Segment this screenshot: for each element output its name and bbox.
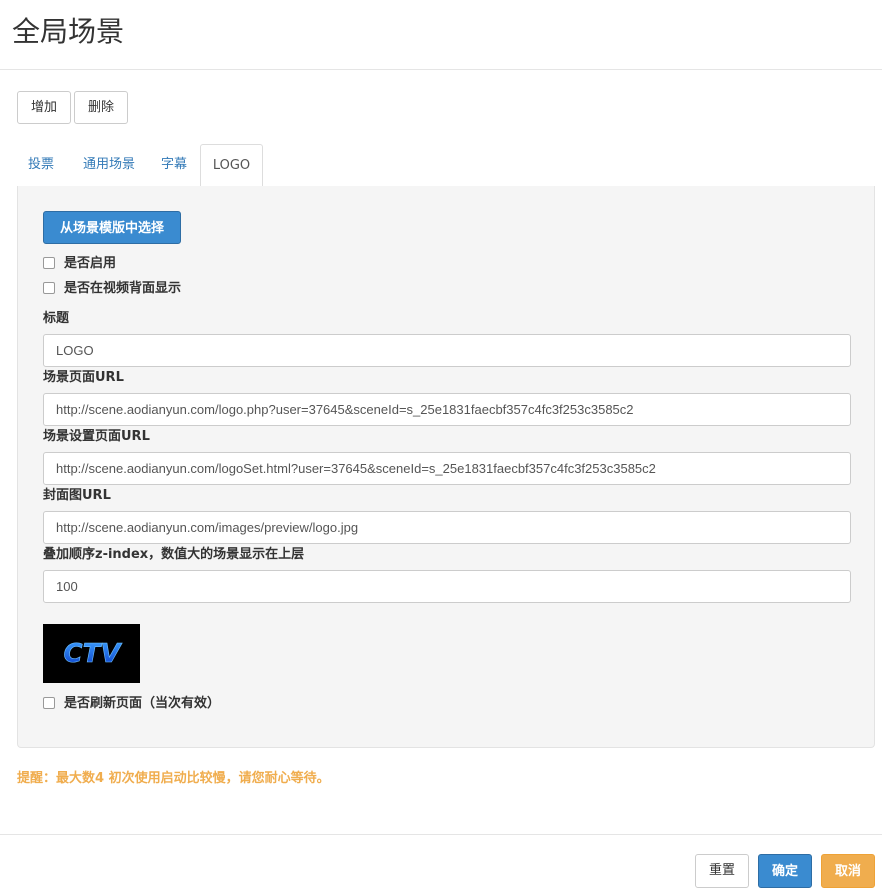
scene-url-input[interactable]: http://scene.aodianyun.com/logo.php?user… [43,393,851,426]
behind-video-label: 是否在视频背面显示 [64,281,182,296]
logo-settings-panel: 从场景模版中选择 是否启用 是否在视频背面显示 标题 LOGO 场景页面URL … [17,186,875,748]
select-template-button[interactable]: 从场景模版中选择 [43,211,181,244]
tab-subtitle[interactable]: 字幕 [153,144,195,186]
scene-tabs: 投票 通用场景 字幕 LOGO [17,144,875,187]
page-title: 全局场景 [12,15,125,48]
behind-video-row: 是否在视频背面显示 [43,279,181,299]
cover-url-label: 封面图URL [43,488,111,503]
enable-row: 是否启用 [43,254,116,274]
title-label: 标题 [43,311,70,326]
cover-url-input[interactable]: http://scene.aodianyun.com/images/previe… [43,511,851,544]
scene-url-label: 场景页面URL [43,370,124,385]
zindex-input[interactable]: 100 [43,570,851,603]
refresh-row: 是否刷新页面（当次有效） [43,694,220,714]
refresh-checkbox[interactable] [43,696,55,709]
behind-video-checkbox[interactable] [43,281,55,294]
ctv-logo-text: CTV [64,639,123,669]
reset-button[interactable]: 重置 [695,854,749,888]
title-input[interactable]: LOGO [43,334,851,367]
notice-text: 提醒：最大数4 初次使用启动比较慢，请您耐心等待。 [17,771,330,786]
ctv-logo: CTV [63,639,123,670]
logo-preview-image: CTV [43,624,140,683]
footer-divider [0,834,882,835]
confirm-button[interactable]: 确定 [758,854,812,888]
page-header: 全局场景 [0,0,882,70]
enable-label: 是否启用 [64,256,117,271]
settings-url-input[interactable]: http://scene.aodianyun.com/logoSet.html?… [43,452,851,485]
add-button[interactable]: 增加 [17,91,71,124]
enable-checkbox[interactable] [43,256,55,269]
tab-general-scene[interactable]: 通用场景 [69,144,149,186]
cancel-button[interactable]: 取消 [821,854,875,888]
delete-button[interactable]: 删除 [74,91,128,124]
tab-vote[interactable]: 投票 [17,144,65,186]
zindex-label: 叠加顺序z-index，数值大的场景显示在上层 [43,547,305,562]
tab-logo[interactable]: LOGO [200,144,263,187]
refresh-label: 是否刷新页面（当次有效） [64,696,221,711]
settings-url-label: 场景设置页面URL [43,429,150,444]
